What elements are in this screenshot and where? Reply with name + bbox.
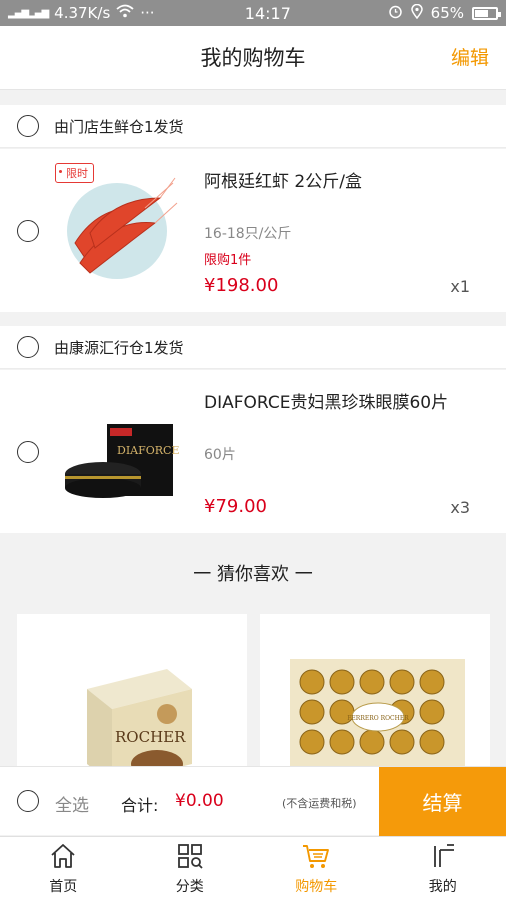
product-quantity: x1 <box>450 277 470 296</box>
signal-icon: ▂▄▆▂▄▆ <box>8 7 49 19</box>
category-icon <box>176 842 204 874</box>
store-label: 由康源汇行仓1发货 <box>54 338 184 357</box>
checkout-button[interactable]: 结算 <box>379 767 506 836</box>
recommend-product-image: ROCHER <box>87 669 192 774</box>
bottom-tab-bar: 首页 分类 购物车 我的 <box>0 836 506 900</box>
home-icon <box>49 842 77 874</box>
item-select-radio[interactable] <box>17 441 39 463</box>
product-spec: 60片 <box>204 447 236 463</box>
store-header: 由康源汇行仓1发货 <box>0 326 506 369</box>
location-icon <box>410 3 423 23</box>
recommend-card[interactable]: FERRERO ROCHER <box>260 614 490 774</box>
page-title: 我的购物车 <box>200 46 306 70</box>
wifi-icon <box>116 4 134 22</box>
recommend-card[interactable]: ROCHER <box>17 614 247 774</box>
recommend-brand-text: FERRERO ROCHER <box>347 715 409 722</box>
cart-item[interactable]: DIAFORCE DIAFORCE贵妇黑珍珠眼膜60片 60片 ¥79.00 x… <box>0 370 506 533</box>
profile-icon <box>429 842 457 874</box>
store-header: 由门店生鲜仓1发货 <box>0 105 506 148</box>
network-speed: 4.37K/s <box>54 4 111 22</box>
total-value: ¥0.00 <box>175 791 224 811</box>
tab-label: 分类 <box>175 879 204 895</box>
tab-label: 首页 <box>49 879 78 895</box>
product-price: ¥198.00 <box>204 275 279 296</box>
product-quantity: x3 <box>450 498 470 517</box>
product-name[interactable]: DIAFORCE贵妇黑珍珠眼膜60片 <box>204 388 448 413</box>
tab-cart[interactable]: 购物车 <box>253 837 380 900</box>
purchase-limit: 限购1件 <box>204 253 252 268</box>
recommend-title: 一 猜你喜欢 一 <box>193 564 313 585</box>
checkout-bar: 全选 合计: ¥0.00 (不含运费和税) 结算 <box>0 766 506 836</box>
tab-profile[interactable]: 我的 <box>380 837 506 900</box>
recommend-brand-text: ROCHER <box>115 728 186 746</box>
total-label: 合计: <box>121 796 159 815</box>
item-select-radio[interactable] <box>17 220 39 242</box>
product-name[interactable]: 阿根廷红虾 2公斤/盒 <box>204 167 362 192</box>
store-label: 由门店生鲜仓1发货 <box>54 117 184 136</box>
edit-button[interactable]: 编辑 <box>451 43 489 70</box>
cart-icon <box>301 842 331 874</box>
select-all-label[interactable]: 全选 <box>55 791 89 816</box>
store-select-radio[interactable] <box>17 336 39 358</box>
tab-label: 我的 <box>428 879 457 895</box>
package-brand-text: DIAFORCE <box>117 444 180 457</box>
cart-item[interactable]: 限时 阿根廷红虾 2公斤/盒 16-18只/公斤 限购1件 ¥198.00 x1 <box>0 149 506 312</box>
product-image-eye-mask[interactable]: DIAFORCE <box>55 384 180 509</box>
store-select-radio[interactable] <box>17 115 39 137</box>
limited-time-tag: 限时 <box>55 163 94 183</box>
product-price: ¥79.00 <box>204 496 267 517</box>
battery-percent: 65% <box>430 4 464 22</box>
tab-category[interactable]: 分类 <box>127 837 254 900</box>
battery-icon <box>472 6 501 20</box>
select-all-radio[interactable] <box>17 790 39 812</box>
page-header: 我的购物车 编辑 <box>0 26 506 90</box>
more-status-icon: ··· <box>140 4 155 22</box>
alarm-icon <box>388 4 403 23</box>
tab-home[interactable]: 首页 <box>0 837 127 900</box>
status-bar: ▂▄▆▂▄▆ 4.37K/s ··· 14:17 65% <box>0 0 506 26</box>
tab-label: 购物车 <box>295 879 338 895</box>
status-time: 14:17 <box>244 3 291 23</box>
tax-note: (不含运费和税) <box>282 797 357 810</box>
product-image-shrimp[interactable]: 限时 <box>55 163 180 288</box>
product-spec: 16-18只/公斤 <box>204 226 292 242</box>
recommend-product-image: FERRERO ROCHER <box>290 659 465 774</box>
